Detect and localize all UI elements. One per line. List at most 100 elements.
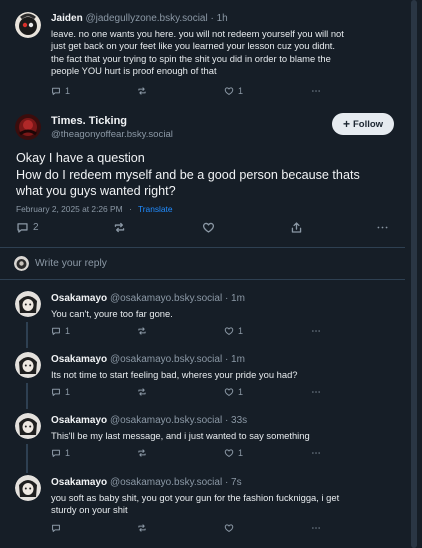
reply-button[interactable]: 1 (51, 326, 70, 336)
author-handle[interactable]: @jadegullyzone.bsky.social (85, 13, 207, 24)
post-time[interactable]: · 7s (225, 477, 242, 488)
author-name[interactable]: Jaiden (51, 13, 83, 24)
post-text: This'll be my last message, and i just w… (51, 430, 391, 442)
avatar[interactable] (15, 114, 41, 140)
scrollbar[interactable] (405, 0, 422, 548)
post-time[interactable]: · 1m (225, 293, 245, 304)
reply-button[interactable] (51, 523, 65, 533)
repost-button[interactable] (137, 86, 147, 96)
like-count: 1 (238, 86, 244, 96)
reply-post[interactable]: Osakamayo @osakamayo.bsky.social · 1m It… (0, 347, 405, 407)
more-icon (311, 523, 321, 533)
heart-icon (224, 326, 234, 336)
avatar[interactable] (15, 475, 41, 501)
text-line: what you guys wanted right? (16, 184, 176, 198)
reply-button[interactable]: 1 (51, 387, 70, 397)
reply-icon (51, 448, 61, 458)
like-button[interactable]: 1 (224, 86, 243, 96)
avatar[interactable] (15, 413, 41, 439)
post-time[interactable]: · 33s (225, 415, 247, 426)
reply-button[interactable]: 1 (51, 448, 70, 458)
post-text: leave. no one wants you here. you will n… (51, 28, 391, 78)
more-icon (311, 387, 321, 397)
avatar[interactable] (15, 352, 41, 378)
more-button[interactable] (311, 387, 321, 397)
reply-composer[interactable]: Write your reply (14, 256, 107, 271)
repost-button[interactable] (137, 523, 147, 533)
thread-column: Jaiden @jadegullyzone.bsky.social · 1h l… (0, 0, 406, 548)
post-time[interactable]: · 1m (225, 354, 245, 365)
follow-button[interactable]: + Follow (332, 113, 394, 135)
share-button[interactable] (290, 221, 303, 234)
like-count: 1 (238, 448, 244, 458)
more-button[interactable] (311, 523, 321, 533)
author-handle[interactable]: @theagonyoffear.bsky.social (51, 129, 173, 140)
text-line: How do I redeem myself and be a good per… (16, 167, 360, 182)
reply-count: 2 (33, 222, 39, 233)
post-actions: 1 1 (51, 86, 331, 98)
translate-link[interactable]: Translate (138, 204, 173, 214)
repost-button[interactable] (137, 326, 147, 336)
follow-label: Follow (352, 118, 384, 130)
text-line: Okay I have a question (16, 151, 145, 165)
post-meta: February 2, 2025 at 2:26 PM · Translate (16, 204, 173, 214)
author-name[interactable]: Times. Ticking (51, 115, 127, 127)
like-count: 1 (238, 326, 244, 336)
reply-icon (51, 387, 61, 397)
avatar[interactable] (15, 12, 41, 38)
post-actions (51, 523, 331, 535)
post-text: Its not time to start feeling bad, where… (51, 369, 391, 381)
like-button[interactable]: 1 (224, 326, 243, 336)
post-text: Okay I have a question How do I redeem m… (16, 150, 396, 200)
more-button[interactable] (376, 221, 389, 234)
author-handle[interactable]: @osakamayo.bsky.social (110, 415, 222, 426)
repost-button[interactable] (113, 221, 126, 234)
like-button[interactable] (224, 523, 238, 533)
reply-count: 1 (65, 326, 71, 336)
heart-icon (224, 448, 234, 458)
like-button[interactable]: 1 (224, 448, 243, 458)
like-button[interactable] (202, 221, 215, 234)
more-icon (311, 448, 321, 458)
more-button[interactable] (311, 448, 321, 458)
post-text: You can't, youre too far gone. (51, 308, 391, 320)
author-name[interactable]: Osakamayo (51, 354, 107, 365)
text-line: leave. no one wants you here. you will n… (51, 28, 344, 39)
reply-icon (51, 523, 61, 533)
author-handle[interactable]: @osakamayo.bsky.social (110, 293, 222, 304)
avatar[interactable] (15, 291, 41, 317)
reply-post[interactable]: Osakamayo @osakamayo.bsky.social · 7s yo… (0, 470, 405, 548)
post-date[interactable]: February 2, 2025 at 2:26 PM (16, 204, 123, 214)
author-handle[interactable]: @osakamayo.bsky.social (110, 354, 222, 365)
repost-button[interactable] (137, 387, 147, 397)
repost-icon (137, 326, 147, 336)
heart-icon (224, 523, 234, 533)
reply-post[interactable]: Osakamayo @osakamayo.bsky.social · 33s T… (0, 408, 405, 468)
reply-post[interactable]: Osakamayo @osakamayo.bsky.social · 1m Yo… (0, 286, 405, 346)
text-line: Its not time to start feeling bad, where… (51, 369, 298, 380)
text-line: you soft as baby shit, you got your gun … (51, 492, 340, 503)
post-time[interactable]: · 1h (211, 13, 228, 24)
repost-icon (137, 448, 147, 458)
author-name[interactable]: Osakamayo (51, 415, 107, 426)
repost-button[interactable] (137, 448, 147, 458)
reply-button[interactable]: 1 (51, 86, 70, 96)
divider (0, 247, 405, 248)
post-header: Osakamayo @osakamayo.bsky.social · 33s (51, 415, 247, 426)
scrollbar-thumb[interactable] (411, 0, 417, 548)
parent-post[interactable]: Jaiden @jadegullyzone.bsky.social · 1h l… (0, 0, 405, 103)
text-line: sturdy on your shit (51, 504, 128, 516)
like-button[interactable]: 1 (224, 387, 243, 397)
author-handle[interactable]: @osakamayo.bsky.social (110, 477, 222, 488)
post-text: you soft as baby shit, you got your gun … (51, 492, 396, 517)
more-button[interactable] (311, 86, 321, 96)
text-line: This'll be my last message, and i just w… (51, 430, 310, 441)
reply-button[interactable]: 2 (16, 221, 39, 234)
text-line: the fact that your trying to spin the sh… (51, 52, 331, 64)
post-header: Osakamayo @osakamayo.bsky.social · 1m (51, 354, 245, 365)
author-name[interactable]: Osakamayo (51, 293, 107, 304)
more-button[interactable] (311, 326, 321, 336)
heart-icon (224, 387, 234, 397)
reply-count: 1 (65, 86, 71, 96)
author-name[interactable]: Osakamayo (51, 477, 107, 488)
